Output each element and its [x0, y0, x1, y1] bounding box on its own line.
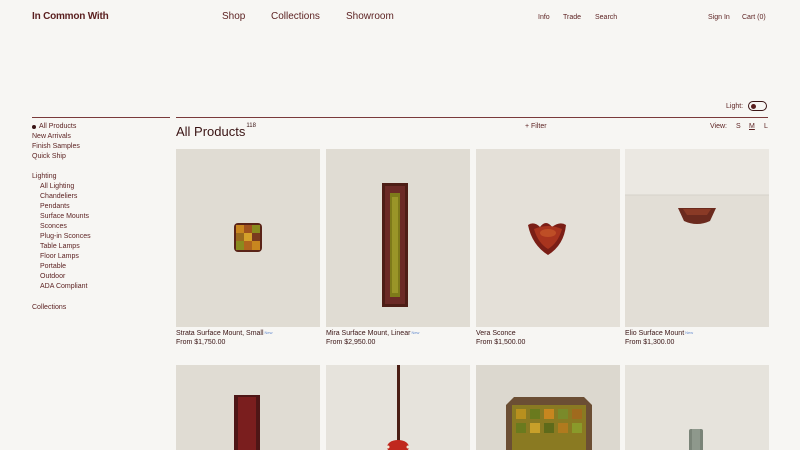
main-nav: Shop Collections Showroom: [0, 11, 800, 25]
sidebar-heading-lighting[interactable]: Lighting: [32, 173, 57, 180]
sidebar-item-collections[interactable]: Collections: [32, 304, 66, 311]
product-name[interactable]: Strata Surface Mount, Small: [176, 330, 264, 337]
nav-showroom[interactable]: Showroom: [346, 11, 394, 22]
product-price: From $2,950.00: [326, 339, 376, 346]
nav-collections[interactable]: Collections: [271, 11, 320, 22]
light-mode-label: Light:: [726, 102, 744, 110]
sidebar-item-new-arrivals[interactable]: New Arrivals: [32, 133, 71, 140]
product-card[interactable]: [326, 365, 470, 450]
elio-fixture-icon: [625, 149, 769, 327]
pendant-fixture-icon: [326, 365, 470, 450]
sidebar-item-pendants[interactable]: Pendants: [40, 203, 70, 210]
product-price: From $1,500.00: [476, 339, 526, 346]
product-price: From $1,300.00: [625, 339, 675, 346]
light-mode-toggle[interactable]: [748, 101, 768, 111]
product-image-strata[interactable]: [176, 149, 320, 327]
product-card[interactable]: Mira Surface Mount, LinearNew From $2,95…: [326, 149, 470, 346]
sidebar-item-ada-compliant[interactable]: ADA Compliant: [40, 283, 87, 290]
view-option-l[interactable]: L: [764, 123, 768, 130]
active-indicator-icon: [32, 125, 36, 129]
view-option-m[interactable]: M: [749, 123, 755, 130]
page-title-text: All Products: [176, 124, 246, 139]
view-option-s[interactable]: S: [736, 123, 741, 130]
divider: [32, 117, 170, 118]
divider: [176, 117, 768, 118]
sidebar-item-outdoor[interactable]: Outdoor: [40, 273, 65, 280]
filter-button[interactable]: + Filter: [525, 123, 547, 130]
tiled-fixture-icon: [476, 365, 620, 450]
sidebar-item-quick-ship[interactable]: Quick Ship: [32, 153, 66, 160]
product-image[interactable]: [176, 365, 320, 450]
new-badge: New: [685, 330, 694, 335]
sidebar-item-surface-mounts[interactable]: Surface Mounts: [40, 213, 89, 220]
nav-shop[interactable]: Shop: [222, 11, 245, 22]
product-card[interactable]: [176, 365, 320, 450]
product-card[interactable]: Elio Surface MountNew From $1,300.00: [625, 149, 769, 346]
product-card[interactable]: Strata Surface Mount, SmallNew From $1,7…: [176, 149, 320, 346]
new-badge: New: [411, 330, 420, 335]
product-price: From $1,750.00: [176, 339, 226, 346]
sidebar-item-all-lighting[interactable]: All Lighting: [40, 183, 74, 190]
product-image[interactable]: [326, 365, 470, 450]
mira-fixture-icon: [326, 149, 470, 327]
sidebar-item-sconces[interactable]: Sconces: [40, 223, 67, 230]
sidebar-item-portable[interactable]: Portable: [40, 263, 66, 270]
nav-info[interactable]: Info: [538, 14, 550, 21]
product-name[interactable]: Elio Surface Mount: [625, 330, 684, 337]
sidebar-item-floor-lamps[interactable]: Floor Lamps: [40, 253, 79, 260]
light-mode-control: Light:: [726, 101, 768, 111]
product-card[interactable]: [625, 365, 769, 450]
sidebar-item-plug-in-sconces[interactable]: Plug-in Sconces: [40, 233, 91, 240]
toggle-knob: [751, 103, 757, 109]
product-card[interactable]: [476, 365, 620, 450]
product-count: 118: [246, 123, 256, 129]
lamp-fixture-icon: [625, 365, 769, 450]
new-badge: New: [264, 330, 273, 335]
sconce-fixture-icon: [176, 365, 320, 450]
nav-search[interactable]: Search: [595, 14, 617, 21]
product-image-vera[interactable]: [476, 149, 620, 327]
product-image-mira[interactable]: [326, 149, 470, 327]
strata-fixture-icon: [176, 149, 320, 327]
sidebar-item-table-lamps[interactable]: Table Lamps: [40, 243, 80, 250]
product-image[interactable]: [476, 365, 620, 450]
cart-link[interactable]: Cart (0): [742, 14, 766, 21]
view-label: View:: [710, 123, 727, 130]
sidebar-item-chandeliers[interactable]: Chandeliers: [40, 193, 77, 200]
product-image-elio[interactable]: [625, 149, 769, 327]
vera-sconce-icon: [476, 149, 620, 327]
product-card[interactable]: Vera Sconce From $1,500.00: [476, 149, 620, 346]
product-name[interactable]: Mira Surface Mount, Linear: [326, 330, 410, 337]
page-title: All Products118: [176, 123, 256, 139]
sidebar-item-finish-samples[interactable]: Finish Samples: [32, 143, 80, 150]
product-name[interactable]: Vera Sconce: [476, 330, 516, 337]
product-image[interactable]: [625, 365, 769, 450]
sign-in-link[interactable]: Sign In: [708, 14, 730, 21]
sidebar-item-all-products[interactable]: All Products: [39, 123, 76, 130]
nav-trade[interactable]: Trade: [563, 14, 581, 21]
